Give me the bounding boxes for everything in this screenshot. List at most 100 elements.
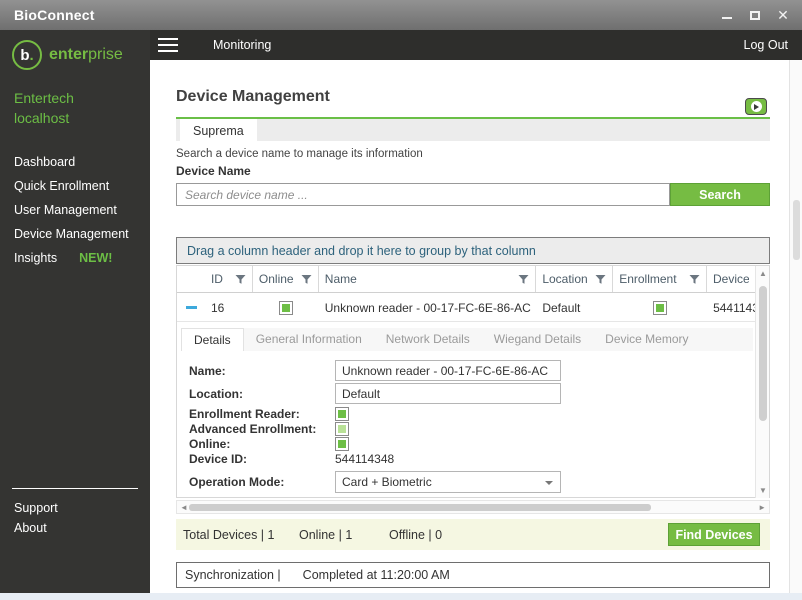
cell-device-serial: 544114348: [713, 300, 755, 315]
online-label: Online:: [189, 436, 231, 451]
sidebar-item-quick-enrollment[interactable]: Quick Enrollment: [0, 174, 150, 198]
server-name: Entertech localhost: [14, 90, 74, 126]
collapse-row-icon[interactable]: [186, 306, 197, 309]
enrollment-checkbox[interactable]: [653, 300, 668, 315]
app-window: BioConnect ✕ b. enterprise Entertech loc…: [0, 0, 802, 600]
window-controls: ✕: [716, 0, 794, 30]
enrollment-reader-label: Enrollment Reader:: [189, 406, 300, 421]
device-grid: ID Online Name Location Enrollment Devic…: [176, 265, 770, 498]
sidebar-item-device-management[interactable]: Device Management: [0, 222, 150, 246]
advanced-enrollment-checkbox[interactable]: [335, 421, 349, 436]
sidebar-footer: Support About: [0, 498, 150, 538]
column-header-device-id[interactable]: Device I: [707, 266, 755, 292]
sidebar-item-user-management[interactable]: User Management: [0, 198, 150, 222]
horizontal-scroll-thumb[interactable]: [189, 504, 651, 511]
total-devices-count: Total Devices | 1: [183, 527, 275, 542]
device-search-input[interactable]: [176, 183, 670, 206]
search-button[interactable]: Search: [670, 183, 770, 206]
top-bar: Monitoring Log Out: [150, 30, 802, 60]
detail-tabstrip: Details General Information Network Deta…: [181, 328, 753, 351]
name-field[interactable]: [335, 360, 561, 381]
filter-icon[interactable]: [518, 274, 529, 285]
scroll-left-icon[interactable]: ◄: [180, 502, 188, 513]
sidebar-menu: Dashboard Quick Enrollment User Manageme…: [0, 128, 150, 270]
offline-count: Offline | 0: [389, 527, 443, 542]
location-field[interactable]: [335, 383, 561, 404]
content-vertical-scrollbar[interactable]: [789, 60, 802, 593]
device-id-value: 544114348: [335, 452, 395, 466]
tab-device-memory[interactable]: Device Memory: [593, 328, 700, 351]
column-header-name[interactable]: Name: [319, 266, 537, 292]
tab-wiegand-details[interactable]: Wiegand Details: [482, 328, 593, 351]
online-count: Online | 1: [299, 527, 353, 542]
tab-suprema[interactable]: Suprema: [180, 119, 257, 143]
title-bar: BioConnect ✕: [0, 0, 802, 30]
logo-wordmark: enterprise: [49, 46, 123, 63]
tab-details[interactable]: Details: [181, 328, 244, 351]
play-tutorial-button[interactable]: [745, 98, 767, 115]
name-label: Name:: [189, 363, 226, 378]
scroll-down-icon[interactable]: ▼: [756, 486, 770, 495]
scroll-right-icon[interactable]: ►: [758, 502, 766, 513]
content-scroll-thumb[interactable]: [793, 200, 800, 260]
device-detail-form: Name: Location: Enrollment Reader: Advan…: [189, 360, 753, 495]
chevron-down-icon: [545, 481, 553, 485]
close-icon: ✕: [777, 7, 789, 23]
close-button[interactable]: ✕: [772, 4, 794, 26]
filter-icon[interactable]: [689, 274, 700, 285]
synchronization-status-bar: Synchronization | Completed at 11:20:00 …: [176, 562, 770, 588]
page-title: Device Management: [176, 88, 330, 105]
logo-circle-icon: b.: [12, 40, 42, 70]
column-header-online[interactable]: Online: [253, 266, 319, 292]
operation-mode-label: Operation Mode:: [189, 475, 285, 489]
grid-vertical-scrollbar[interactable]: ▲ ▼: [755, 266, 769, 498]
operation-mode-dropdown[interactable]: Card + Biometric: [335, 471, 561, 493]
sidebar-item-dashboard[interactable]: Dashboard: [0, 150, 150, 174]
minimize-button[interactable]: [716, 4, 738, 26]
search-hint-text: Search a device name to manage its infor…: [176, 148, 423, 160]
hamburger-menu-icon[interactable]: [158, 38, 178, 52]
tab-network-details[interactable]: Network Details: [374, 328, 482, 351]
vertical-scroll-thumb[interactable]: [759, 286, 767, 421]
sidebar-divider: [12, 488, 138, 489]
sidebar: b. enterprise Entertech localhost Dashbo…: [0, 30, 150, 593]
scroll-up-icon[interactable]: ▲: [756, 269, 770, 278]
online-detail-checkbox[interactable]: [335, 436, 349, 451]
window-title: BioConnect: [14, 7, 95, 23]
grid-horizontal-scrollbar[interactable]: ◄ ►: [176, 500, 770, 514]
filter-icon[interactable]: [235, 274, 246, 285]
filter-icon[interactable]: [595, 274, 606, 285]
advanced-enrollment-label: Advanced Enrollment:: [189, 421, 317, 436]
grid-header-row: ID Online Name Location Enrollment Devic…: [177, 266, 755, 293]
location-label: Location:: [189, 386, 243, 401]
minimize-icon: [722, 17, 732, 19]
filter-icon[interactable]: [301, 274, 312, 285]
column-header-location[interactable]: Location: [536, 266, 614, 292]
group-by-drop-zone[interactable]: Drag a column header and drop it here to…: [176, 237, 770, 264]
device-name-label: Device Name: [176, 164, 251, 178]
column-header-enrollment[interactable]: Enrollment: [613, 266, 708, 292]
maximize-icon: [750, 10, 760, 20]
find-devices-button[interactable]: Find Devices: [668, 523, 760, 546]
device-summary-bar: Total Devices | 1 Online | 1 Offline | 0…: [176, 519, 770, 550]
content-area: Device Management Suprema Search a devic…: [151, 60, 802, 593]
cell-device-location: Default: [542, 300, 581, 315]
device-row[interactable]: 16 Unknown reader - 00-17-FC-6E-86-AC De…: [177, 294, 755, 322]
window-bottom-border: [0, 593, 802, 600]
tab-general-information[interactable]: General Information: [244, 328, 374, 351]
sync-label: Synchronization |: [185, 568, 281, 582]
new-badge: NEW!: [79, 251, 113, 265]
online-checkbox[interactable]: [278, 300, 293, 315]
logout-button[interactable]: Log Out: [744, 38, 788, 52]
enrollment-reader-checkbox[interactable]: [335, 406, 349, 421]
device-id-label: Device ID:: [189, 452, 248, 466]
column-header-id[interactable]: ID: [205, 266, 253, 292]
sync-value: Completed at 11:20:00 AM: [302, 568, 450, 582]
sidebar-item-about[interactable]: About: [0, 518, 150, 538]
expand-column-header: [177, 266, 205, 292]
cell-device-id: 16: [210, 300, 225, 315]
sidebar-item-insights[interactable]: Insights NEW!: [0, 246, 150, 270]
maximize-button[interactable]: [744, 4, 766, 26]
sidebar-item-support[interactable]: Support: [0, 498, 150, 518]
nav-monitoring[interactable]: Monitoring: [213, 38, 271, 52]
